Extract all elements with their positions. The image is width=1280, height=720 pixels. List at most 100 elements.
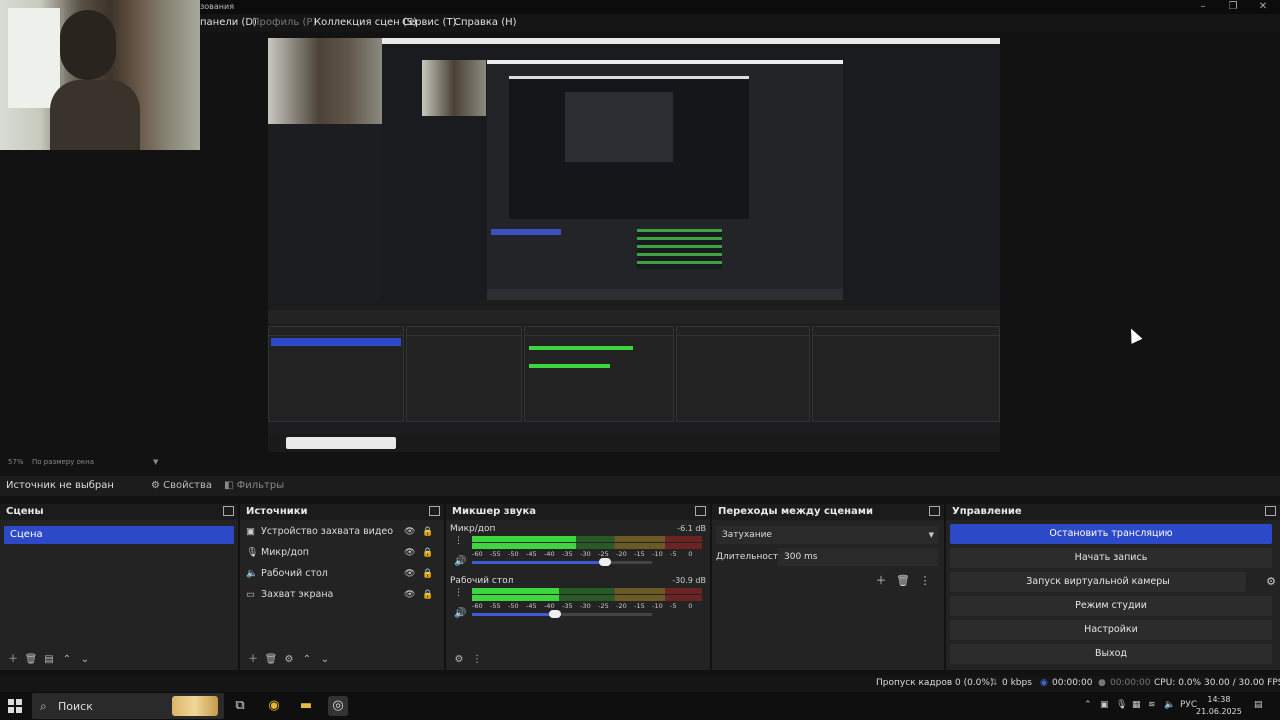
menu-tools[interactable]: Сервис (T) [402, 17, 456, 28]
meter-tick-label: -30 [580, 602, 591, 610]
visibility-eye-icon[interactable]: 👁 [404, 565, 415, 583]
gear-icon[interactable]: ⚙ [1266, 572, 1276, 592]
meter-tick-label: 0 [688, 602, 693, 610]
tray-icon[interactable]: ▣ [1100, 700, 1109, 710]
channel-db: -30.9 dB [672, 576, 706, 585]
meter-tick-label: -15 [634, 550, 645, 558]
notifications-icon[interactable]: ▤ [1254, 700, 1263, 710]
obs-icon[interactable]: ◎ [328, 696, 348, 716]
remove-scene-button[interactable]: 🗑 [22, 652, 40, 668]
preview-nested-docks [268, 326, 1000, 422]
lock-icon[interactable]: 🔒 [422, 523, 433, 541]
visibility-eye-icon[interactable]: 👁 [404, 523, 415, 541]
gear-icon: ⚙ [151, 480, 160, 491]
add-transition-button[interactable]: ＋ [870, 572, 892, 588]
meter-tick-label: -55 [490, 602, 501, 610]
preview-canvas[interactable] [268, 38, 1000, 452]
lock-icon[interactable]: 🔒 [422, 565, 433, 583]
zoom-mode[interactable]: По размеру окна [32, 458, 94, 466]
taskbar-search[interactable]: ⌕ Поиск [32, 693, 224, 719]
mixer-settings-button[interactable]: ⚙ [450, 652, 468, 668]
volume-slider[interactable] [472, 558, 652, 566]
properties-button[interactable]: ⚙ Свойства [151, 480, 212, 491]
dropped-frames: Пропуск кадров 0 (0.0%) [876, 678, 994, 688]
task-view-icon[interactable]: ⧉ [230, 696, 250, 716]
visibility-eye-icon[interactable]: 👁 [404, 586, 415, 604]
tray-icon[interactable]: 🎙 [1116, 700, 1127, 710]
volume-slider[interactable] [472, 610, 652, 618]
tray-icon[interactable]: ▦ [1132, 700, 1141, 710]
fps: 30.00 / 30.00 FPS [1204, 678, 1280, 688]
meter-tick-label: -10 [652, 550, 663, 558]
mixer-menu-button[interactable]: ⋮ [468, 652, 486, 668]
stop-stream-button[interactable]: Остановить трансляцию [950, 524, 1272, 544]
search-highlight-image [172, 696, 218, 716]
add-source-button[interactable]: ＋ [244, 652, 262, 668]
minimize-button[interactable]: – [1188, 0, 1218, 14]
mouse-cursor-icon [1125, 326, 1143, 344]
speaker-icon[interactable]: 🔊 [454, 608, 466, 619]
remove-source-button[interactable]: 🗑 [262, 652, 280, 668]
transition-select[interactable]: Затухание ▼ [716, 526, 938, 544]
meter-tick-label: -20 [616, 602, 627, 610]
source-settings-button[interactable]: ⚙ [280, 652, 298, 668]
filters-button[interactable]: ◧ Фильтры [224, 480, 284, 491]
undock-icon[interactable] [223, 506, 234, 516]
remove-transition-button[interactable]: 🗑 [892, 574, 914, 587]
file-explorer-icon[interactable]: ▬ [296, 696, 316, 716]
transition-buttons: ＋ 🗑 ⋮ [870, 572, 936, 588]
meter-tick-label: -5 [670, 602, 677, 610]
taskbar-clock[interactable]: 14:38 21.06.2025 [1196, 694, 1242, 718]
mixer-title: Микшер звука [452, 506, 536, 517]
windows-start-icon[interactable] [8, 699, 22, 713]
settings-button[interactable]: Настройки [950, 620, 1272, 640]
channel-menu-icon[interactable]: ⋮ [454, 588, 463, 598]
maximize-button[interactable]: ❐ [1218, 0, 1248, 14]
undock-icon[interactable] [429, 506, 440, 516]
close-button[interactable]: ✕ [1248, 0, 1278, 14]
wifi-icon[interactable]: ≋ [1148, 700, 1156, 710]
move-down-button[interactable]: ⌄ [76, 652, 94, 668]
channel-name: Микр/доп [450, 524, 496, 534]
scenes-toolbar: ＋ 🗑 ▤ ⌃ ⌄ [4, 652, 94, 668]
channel-menu-icon[interactable]: ⋮ [454, 536, 463, 546]
menu-profile[interactable]: Профиль (P) [252, 17, 316, 28]
keyboard-language[interactable]: РУС [1180, 700, 1197, 710]
meter-tick-label: -5 [670, 550, 677, 558]
studio-mode-button[interactable]: Режим студии [950, 596, 1272, 616]
volume-icon[interactable]: 🔈 [1164, 700, 1175, 710]
move-down-button[interactable]: ⌄ [316, 652, 334, 668]
start-virtual-camera-button[interactable]: Запуск виртуальной камеры [950, 572, 1246, 592]
scene-filters-button[interactable]: ▤ [40, 652, 58, 668]
meter-tick-label: -45 [526, 550, 537, 558]
add-scene-button[interactable]: ＋ [4, 652, 22, 668]
tray-chevron-icon[interactable]: ⌃ [1084, 700, 1092, 710]
transition-menu-button[interactable]: ⋮ [914, 574, 936, 587]
audio-mixer-dock: Микшер звука Микр/доп -6.1 dB ⋮ -60 -55 -5… [446, 504, 710, 670]
speaker-icon[interactable]: 🔊 [454, 556, 466, 567]
move-up-button[interactable]: ⌃ [58, 652, 76, 668]
speaker-icon: 🔈 [246, 568, 258, 579]
meter-tick-label: -10 [652, 602, 663, 610]
preview-zoom-row: 57% По размеру окна ▼ [0, 456, 1280, 470]
move-up-button[interactable]: ⌃ [298, 652, 316, 668]
duration-input[interactable]: 300 ms [778, 548, 938, 566]
meter-tick-label: -55 [490, 550, 501, 558]
lock-icon[interactable]: 🔒 [422, 586, 433, 604]
bitrate: 0 kbps [1002, 678, 1032, 688]
menu-help[interactable]: Справка (H) [454, 17, 517, 28]
undock-icon[interactable] [1265, 506, 1276, 516]
scene-item[interactable]: Сцена [4, 526, 234, 544]
search-placeholder: Поиск [58, 700, 93, 713]
exit-button[interactable]: Выход [950, 644, 1272, 664]
zoom-dropdown-icon[interactable]: ▼ [153, 458, 158, 466]
menu-docks[interactable]: панели (D) [200, 17, 257, 28]
start-recording-button[interactable]: Начать запись [950, 548, 1272, 568]
undock-icon[interactable] [695, 506, 706, 516]
meter-tick-label: -35 [562, 550, 573, 558]
lock-icon[interactable]: 🔒 [422, 544, 433, 562]
chrome-icon[interactable]: ◉ [264, 696, 284, 716]
visibility-eye-icon[interactable]: 👁 [404, 544, 415, 562]
undock-icon[interactable] [929, 506, 940, 516]
no-source-label: Источник не выбран [6, 480, 114, 491]
